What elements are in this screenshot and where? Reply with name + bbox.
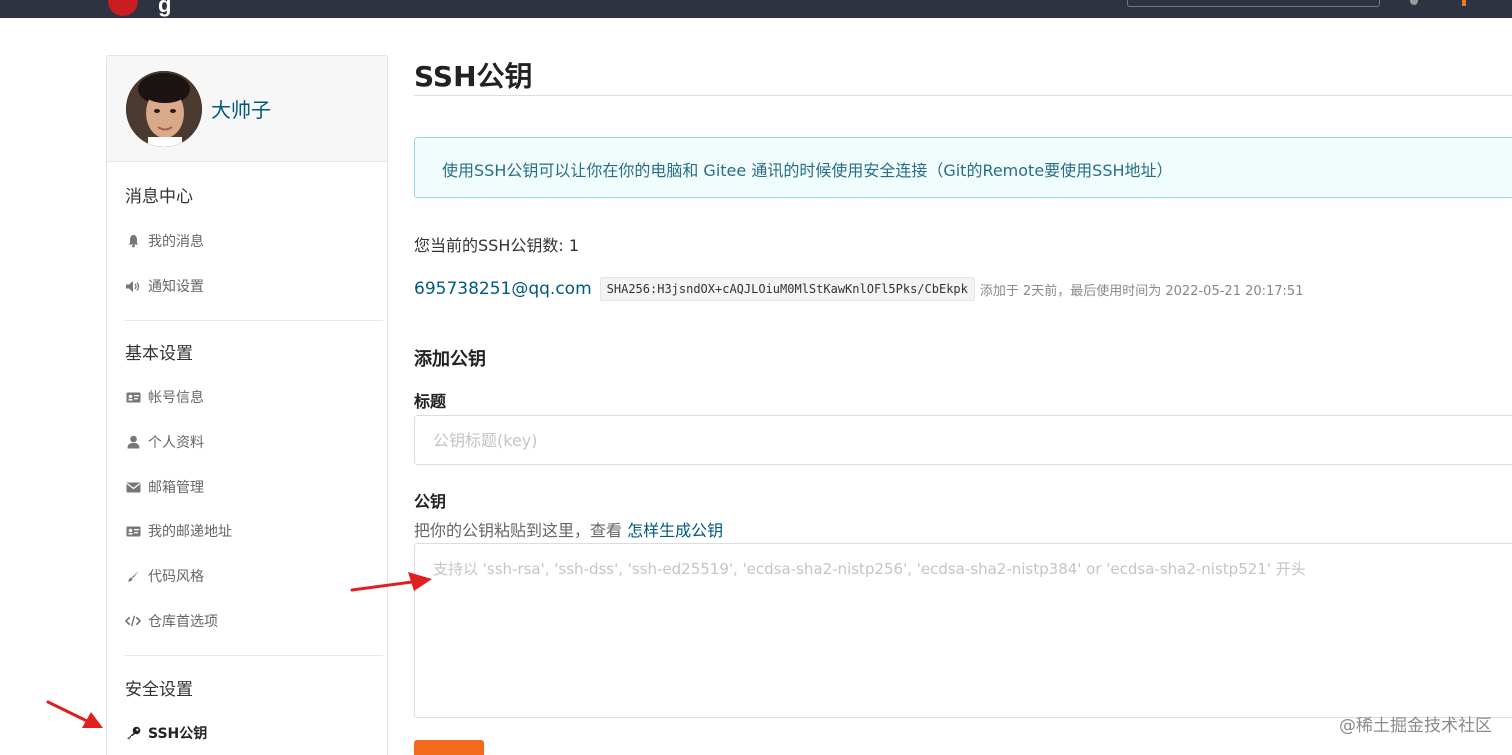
username[interactable]: 大帅子 (211, 94, 271, 123)
section-title-security: 安全设置 (125, 680, 193, 700)
id-card-icon (125, 389, 141, 405)
sidebar-item-label: 我的消息 (148, 234, 204, 250)
public-key-label: 公钥 (414, 492, 447, 511)
info-notice: 使用SSH公钥可以让你在你的电脑和 Gitee 通讯的时候使用安全连接（Git的… (414, 137, 1512, 198)
ssh-key-title-link[interactable]: 695738251@qq.com (414, 279, 592, 299)
ssh-key-fingerprint: SHA256:H3jsndOX+cAQJLOiuM0MlStKawKnlOFl5… (599, 277, 975, 301)
annotation-arrow-icon (350, 572, 432, 592)
key-title-input[interactable] (414, 415, 1512, 465)
sidebar-item-repo-prefs[interactable]: 仓库首选项 (125, 611, 218, 631)
sidebar-item-code-style[interactable]: 代码风格 (125, 566, 204, 586)
sidebar-item-account[interactable]: 帐号信息 (125, 387, 204, 407)
public-key-help: 把你的公钥粘贴到这里，查看 怎样生成公钥 (414, 517, 723, 541)
sidebar-item-label: SSH公钥 (148, 726, 208, 742)
sidebar-item-mailing-address[interactable]: 我的邮递地址 (125, 521, 232, 541)
title-divider (414, 95, 1512, 96)
sidebar-item-label: 邮箱管理 (148, 480, 204, 496)
brush-icon (125, 568, 141, 584)
sidebar-item-label: 通知设置 (148, 279, 204, 295)
envelope-icon (125, 479, 141, 495)
section-title-basic: 基本设置 (125, 344, 193, 364)
ssh-key-meta: 添加于 2天前，最后使用时间为 2022-05-21 20:17:51 (979, 283, 1304, 299)
sidebar-divider (125, 655, 383, 656)
key-icon (125, 725, 141, 741)
sidebar-item-notify-settings[interactable]: 通知设置 (125, 276, 204, 296)
public-key-textarea[interactable] (414, 543, 1512, 718)
key-title-label: 标题 (414, 392, 447, 411)
sidebar-item-my-messages[interactable]: 我的消息 (125, 231, 204, 251)
avatar[interactable] (126, 71, 202, 147)
confirm-button[interactable] (414, 740, 484, 755)
watermark: @稀土掘金技术社区 (1339, 716, 1492, 736)
volume-icon (125, 278, 141, 294)
settings-sidebar: 大帅子 消息中心 我的消息 通知设置 基本设置 帐号信息 个人资料 邮箱管理 我… (106, 55, 388, 755)
code-icon (125, 613, 141, 629)
sidebar-item-label: 我的邮递地址 (148, 524, 232, 540)
annotation-arrow-icon (46, 700, 103, 728)
sidebar-item-label: 代码风格 (148, 569, 204, 585)
ssh-key-count: 您当前的SSH公钥数: 1 (414, 236, 580, 255)
sidebar-item-profile[interactable]: 个人资料 (125, 432, 204, 452)
bell-icon (125, 233, 141, 249)
sidebar-item-label: 帐号信息 (148, 390, 204, 406)
sidebar-item-ssh-keys[interactable]: SSH公钥 (125, 723, 207, 743)
address-card-icon (125, 523, 141, 539)
logo-letter: g (158, 0, 172, 17)
section-title-messages: 消息中心 (125, 187, 193, 207)
sidebar-divider (125, 320, 383, 321)
user-icon (125, 434, 141, 450)
sidebar-item-email[interactable]: 邮箱管理 (125, 477, 204, 497)
sidebar-item-label: 仓库首选项 (148, 614, 218, 630)
ssh-key-row: 695738251@qq.com SHA256:H3jsndOX+cAQJLOi… (414, 277, 1303, 301)
help-text: 把你的公钥粘贴到这里，查看 (414, 521, 623, 540)
main-content: SSH公钥 使用SSH公钥可以让你在你的电脑和 Gitee 通讯的时候使用安全连… (414, 0, 1512, 755)
add-key-heading: 添加公钥 (414, 349, 486, 370)
sidebar-item-label: 个人资料 (148, 435, 204, 451)
page-title: SSH公钥 (414, 60, 533, 93)
sidebar-user-card: 大帅子 (107, 56, 387, 162)
how-to-generate-link[interactable]: 怎样生成公钥 (627, 521, 723, 540)
gitee-logo-icon[interactable] (108, 0, 138, 16)
